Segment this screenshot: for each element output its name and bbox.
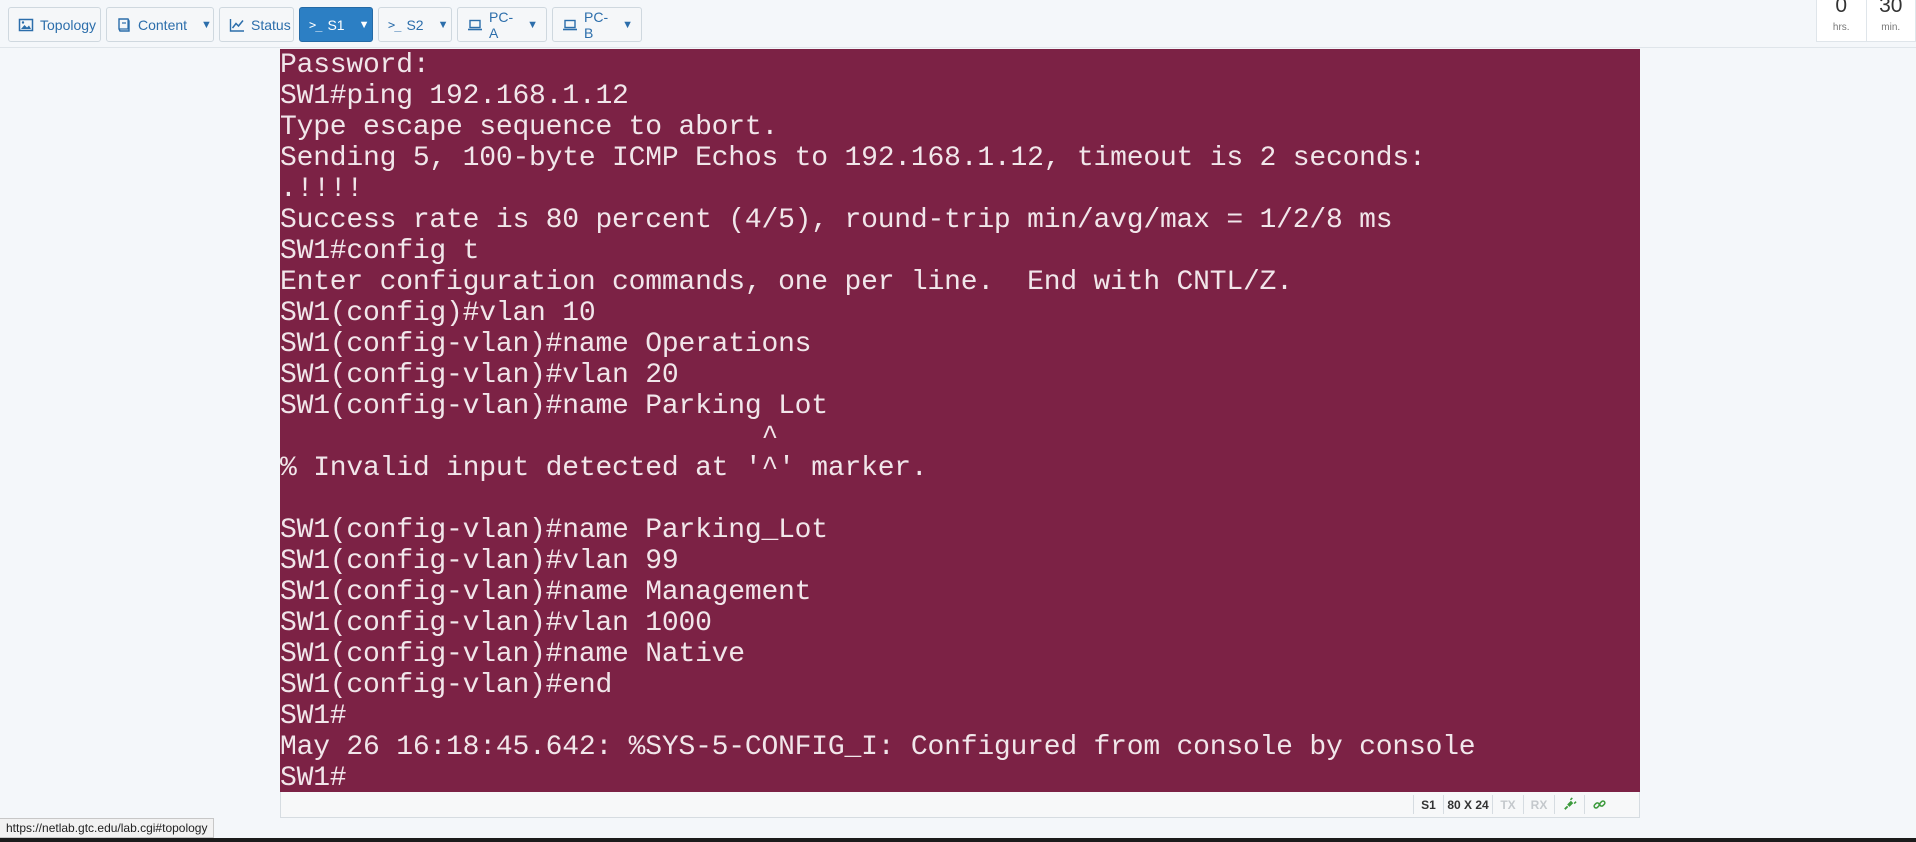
tab-pc-b[interactable]: PC-B ▼	[552, 7, 642, 42]
terminal-line: SW1#config t	[280, 236, 480, 267]
tab-topology[interactable]: Topology	[8, 7, 101, 42]
terminal-line: May 26 16:18:45.642: %SYS-5-CONFIG_I: Co…	[280, 732, 1476, 763]
tab-s2[interactable]: >_ S2 ▼	[378, 7, 452, 42]
terminal-line: SW1(config-vlan)#name Parking_Lot	[280, 515, 828, 546]
terminal-prompt-icon: >_	[388, 17, 401, 32]
timer-minutes-value: 30	[1879, 0, 1903, 17]
timer-hours: 0 hrs.	[1817, 0, 1866, 41]
line-chart-icon	[229, 17, 245, 33]
tab-s1[interactable]: >_ S1 ▼	[299, 7, 373, 42]
terminal-line: Sending 5, 100-byte ICMP Echos to 192.16…	[280, 143, 1426, 174]
terminal-line: .!!!!	[280, 174, 364, 205]
tab-pc-b-label: PC-B	[584, 8, 609, 41]
book-icon	[116, 17, 132, 33]
timer-hours-unit: hrs.	[1832, 22, 1850, 33]
terminal-line: SW1(config-vlan)#name Parking Lot	[280, 391, 828, 422]
terminal-line: SW1(config-vlan)#end	[280, 670, 613, 701]
tab-status[interactable]: Status	[219, 7, 294, 42]
status-url-hint: https://netlab.gtc.edu/lab.cgi#topology	[0, 818, 215, 838]
terminal-size: 80 X 24	[1443, 795, 1492, 814]
laptop-icon	[562, 17, 578, 33]
timer-minutes: 30 min.	[1865, 0, 1916, 41]
terminal-line: Enter configuration commands, one per li…	[280, 267, 1293, 298]
tx-indicator: TX	[1492, 795, 1523, 814]
terminal-line: SW1(config-vlan)#vlan 20	[280, 360, 679, 391]
chevron-down-icon: ▼	[527, 18, 539, 31]
terminal-line: SW1#	[280, 763, 347, 792]
plug-icon[interactable]	[1554, 795, 1584, 814]
tab-pc-a[interactable]: PC-A ▼	[457, 7, 547, 42]
timer-minutes-unit: min.	[1881, 22, 1901, 33]
terminal-prompt-icon: >_	[309, 17, 322, 32]
terminal-line: SW1(config)#vlan 10	[280, 298, 596, 329]
chevron-down-icon: ▼	[622, 18, 634, 31]
device-name: S1	[1413, 795, 1443, 814]
rx-indicator: RX	[1523, 795, 1554, 814]
terminal-line: SW1(config-vlan)#name Native	[280, 639, 745, 670]
console-terminal[interactable]: Password: SW1#ping 192.168.1.12 Type esc…	[280, 49, 1640, 792]
image-icon	[18, 17, 34, 33]
terminal-line: Password:	[280, 50, 430, 81]
terminal-line: Type escape sequence to abort.	[280, 112, 779, 143]
laptop-icon	[467, 17, 483, 33]
tab-pc-a-label: PC-A	[489, 8, 514, 41]
terminal-line: SW1(config-vlan)#name Operations	[280, 329, 812, 360]
timer-hours-value: 0	[1835, 0, 1848, 17]
toolbar: Topology Content ▼ Status >_ S1 ▼ >_ S2 …	[0, 0, 1916, 48]
terminal-line: ^	[280, 422, 779, 453]
chevron-down-icon: ▼	[437, 18, 449, 31]
lab-timer: 0 hrs. 30 min.	[1816, 0, 1916, 42]
terminal-line: % Invalid input detected at '^' marker.	[280, 453, 928, 484]
tab-content-label: Content	[138, 16, 188, 33]
terminal-status-bar: S1 80 X 24 TX RX	[280, 792, 1640, 818]
tab-s1-label: S1	[327, 16, 345, 33]
terminal-line: Success rate is 80 percent (4/5), round-…	[280, 205, 1393, 236]
link-icon[interactable]	[1584, 795, 1614, 814]
tab-status-label: Status	[251, 16, 291, 33]
terminal-line: SW1(config-vlan)#name Management	[280, 577, 812, 608]
tab-topology-label: Topology	[40, 16, 97, 33]
terminal-line: SW1#	[280, 701, 347, 732]
tab-content[interactable]: Content ▼	[106, 7, 214, 42]
terminal-line: SW1#ping 192.168.1.12	[280, 81, 629, 112]
terminal-line: SW1(config-vlan)#vlan 99	[280, 546, 679, 577]
chevron-down-icon: ▼	[201, 18, 212, 31]
tab-s2-label: S2	[406, 16, 424, 33]
terminal-line: SW1(config-vlan)#vlan 1000	[280, 608, 712, 639]
window-bottom-edge	[0, 838, 1916, 842]
chevron-down-icon: ▼	[358, 18, 370, 31]
